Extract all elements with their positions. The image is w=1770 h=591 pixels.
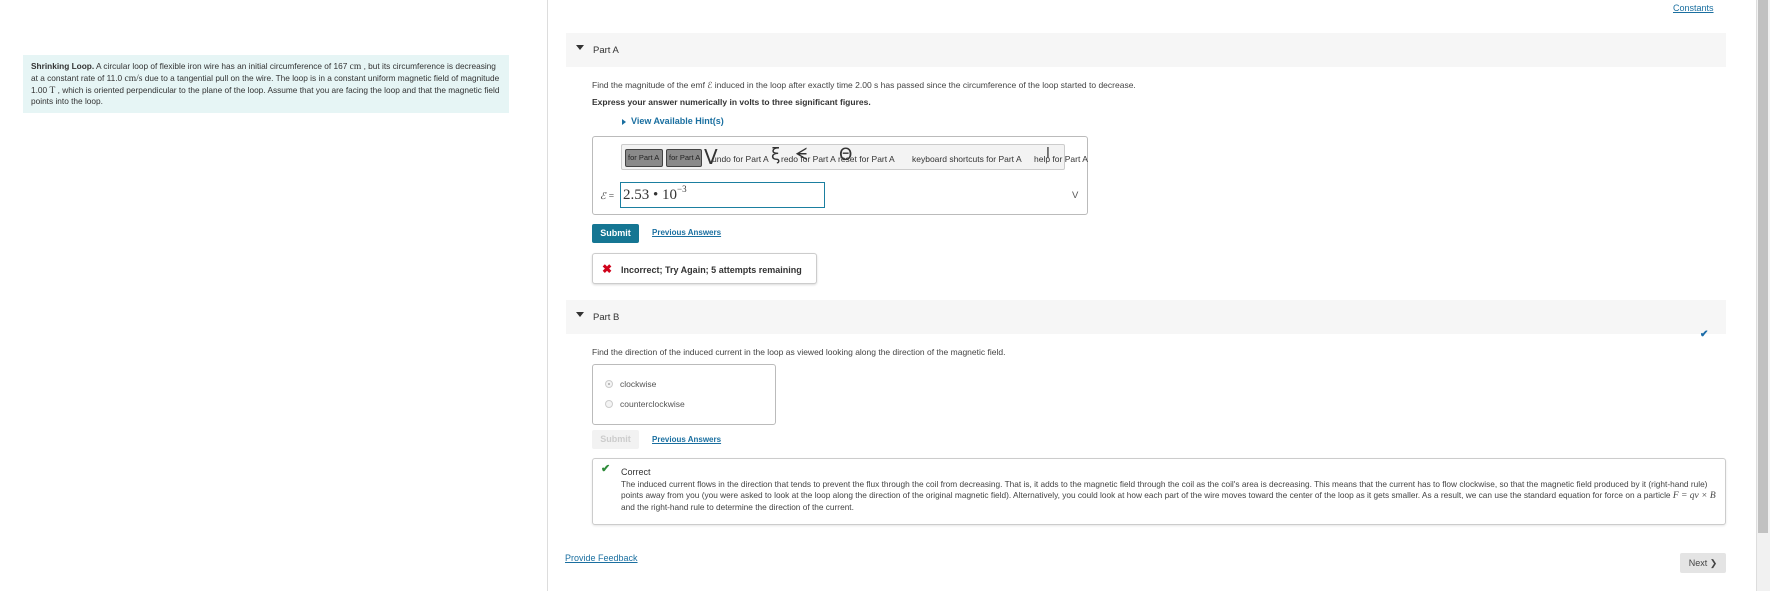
caret-right-icon [622, 118, 626, 125]
constants-link[interactable]: Constants [1673, 3, 1714, 13]
undo-button[interactable]: undo for Part A [712, 154, 769, 164]
submit-button-part-a[interactable]: Submit [592, 224, 639, 243]
option-clockwise[interactable]: clockwise [620, 379, 656, 389]
part-a-question: Find the magnitude of the emf ℰ induced … [592, 80, 1136, 90]
correct-feedback: ✔ Correct The induced current flows in t… [592, 458, 1726, 525]
reset-icon: Θ [839, 145, 853, 165]
option-counterclockwise[interactable]: counterclockwise [620, 399, 685, 409]
incorrect-feedback: ✖ Incorrect; Try Again; 5 attempts remai… [592, 253, 817, 284]
previous-answers-link-part-b[interactable]: Previous Answers [652, 435, 721, 444]
problem-title: Shrinking Loop. [31, 61, 95, 71]
keyboard-shortcuts-button[interactable]: keyboard shortcuts for Part A [912, 154, 1022, 164]
radio-counterclockwise[interactable] [605, 400, 613, 408]
part-b-header[interactable]: Part B [566, 300, 1726, 334]
radio-clockwise[interactable] [605, 380, 613, 388]
previous-answers-link-part-a[interactable]: Previous Answers [652, 228, 721, 237]
part-a-header[interactable]: Part A [566, 33, 1726, 67]
completed-check-icon: ✔ [1700, 329, 1709, 340]
answer-editor: for Part A for Part A V undo for Part A … [592, 136, 1088, 215]
provide-feedback-link[interactable]: Provide Feedback [565, 553, 638, 563]
caret-down-icon [576, 45, 584, 50]
unit-label: V [1072, 190, 1079, 201]
error-x-icon: ✖ [602, 262, 613, 276]
part-a-title: Part A [593, 45, 619, 56]
choice-group: clockwise counterclockwise [592, 364, 776, 425]
help-button[interactable]: help for Part A [1034, 154, 1088, 164]
correct-explanation: The induced current flows in the directi… [621, 479, 1716, 512]
templates-button[interactable]: for Part A [625, 149, 663, 167]
problem-statement: Shrinking Loop. A circular loop of flexi… [23, 55, 509, 114]
emf-label: ℰ = [600, 192, 615, 202]
part-a-instruction: Express your answer numerically in volts… [592, 97, 871, 107]
success-check-icon: ✔ [601, 463, 611, 475]
answer-input[interactable]: 2.53 • 10−3 [620, 182, 825, 208]
scrollbar-thumb[interactable] [1758, 0, 1768, 533]
help-icon: l [1046, 146, 1050, 162]
next-button[interactable]: Next ❯ [1680, 553, 1726, 573]
part-b-title: Part B [593, 312, 620, 323]
left-rail [0, 0, 22, 591]
undo-icon: ξ [771, 145, 781, 165]
correct-title: Correct [621, 467, 651, 477]
part-b-question: Find the direction of the induced curren… [592, 347, 1006, 357]
submit-button-part-b[interactable]: Submit [592, 430, 639, 449]
symbols-button[interactable]: for Part A [666, 149, 702, 167]
math-toolbar: for Part A for Part A V undo for Part A … [621, 144, 1088, 170]
view-hints-link[interactable]: View Available Hint(s) [622, 116, 724, 126]
redo-icon: ᗕ [795, 145, 808, 165]
caret-down-icon [576, 312, 584, 317]
redo-button[interactable]: redo for Part A [781, 154, 836, 164]
